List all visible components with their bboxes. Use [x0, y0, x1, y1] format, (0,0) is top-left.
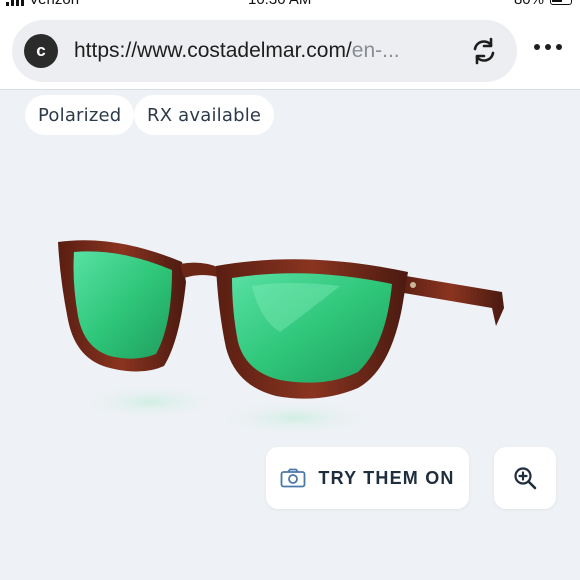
- carrier: Verizon: [6, 0, 79, 8]
- lens-reflection-right: [215, 400, 375, 436]
- zoom-in-icon: [514, 467, 537, 490]
- camera-icon: [280, 468, 306, 488]
- battery-icon: [550, 0, 572, 5]
- browser-chrome: c https://www.costadelmar.com/en-...: [0, 14, 580, 90]
- lens-reflection-left: [80, 384, 220, 420]
- chip-rx-available: RX available: [134, 95, 275, 135]
- more-icon[interactable]: [534, 44, 562, 50]
- url-main: https://www.costadelmar.com/: [74, 39, 352, 62]
- frame-bridge: [180, 262, 222, 278]
- battery-percent: 80%: [514, 0, 544, 8]
- battery-indicator: 80%: [514, 0, 572, 8]
- site-favicon-icon: c: [24, 34, 58, 68]
- status-time: 10:30 AM: [248, 0, 311, 8]
- hinge-logo: [410, 282, 416, 288]
- product-image[interactable]: [40, 220, 520, 450]
- signal-icon: [6, 0, 24, 6]
- zoom-button[interactable]: [494, 447, 556, 509]
- try-them-on-label: TRY THEM ON: [318, 467, 455, 488]
- reload-icon[interactable]: [469, 36, 499, 66]
- carrier-label: Verizon: [29, 0, 79, 8]
- status-bar: Verizon 10:30 AM 80%: [0, 0, 580, 14]
- address-bar[interactable]: c https://www.costadelmar.com/en-...: [12, 20, 517, 82]
- chip-polarized: Polarized: [25, 95, 135, 135]
- url-text[interactable]: https://www.costadelmar.com/en-...: [74, 39, 464, 63]
- url-dim: en-...: [351, 39, 400, 62]
- try-them-on-button[interactable]: TRY THEM ON: [266, 447, 469, 509]
